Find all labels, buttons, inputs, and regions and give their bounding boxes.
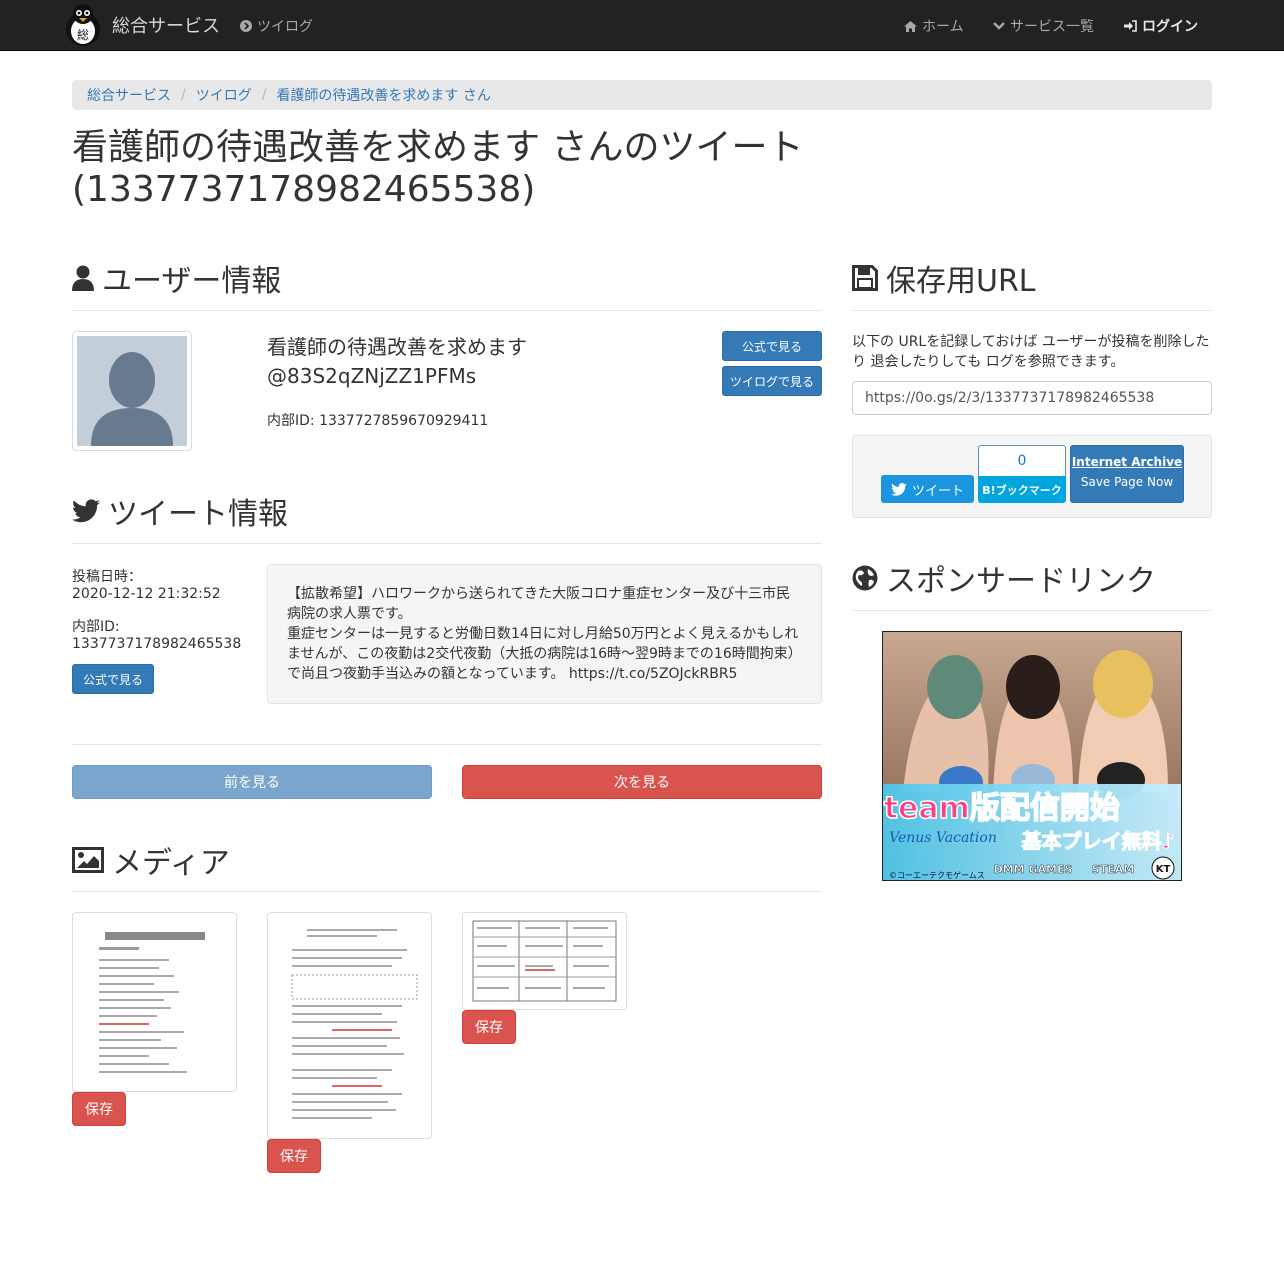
ad-copyright: ©コーエーテクモゲームス (889, 870, 985, 880)
view-twilog-button[interactable]: ツイログで見る (722, 366, 822, 396)
avatar (72, 331, 192, 451)
media-thumbnail[interactable] (462, 912, 627, 1010)
sponsor-heading: スポンサードリンク (852, 556, 1156, 600)
breadcrumb-item[interactable]: ツイログ (196, 85, 252, 105)
nav-services-label: サービス一覧 (1010, 19, 1094, 35)
save-url-note: 以下の URLを記録しておけば ユーザーが投稿を削除したり 退会したりしても ロ… (852, 334, 1210, 370)
tweet-text: 【拡散希望】ハロワークから送られてきた大阪コロナ重症センター及び十三市民 病院の… (267, 564, 822, 704)
nav-home-label: ホーム (922, 19, 964, 35)
media-heading-text: メディア (112, 846, 230, 881)
divider (852, 610, 1212, 611)
save-url-heading-text: 保存用URL (886, 264, 1036, 299)
tweet-text-line: 病院の求人票です。 (287, 606, 412, 622)
twitter-bird-icon (891, 482, 907, 496)
tweet-text-line: 【拡散希望】ハロワークから送られてきた大阪コロナ重症センター及び十三市民 (287, 586, 791, 602)
nav-home[interactable]: ホーム (904, 16, 964, 36)
divider (72, 310, 822, 311)
divider (72, 891, 822, 892)
brand-text: 総合サービス (112, 16, 220, 37)
nav-twilog-label: ツイログ (257, 19, 313, 35)
home-icon (904, 20, 917, 32)
ad-subtext: 基本プレイ無料♪ (1022, 829, 1175, 853)
breadcrumb: 総合サービス / ツイログ / 看護師の待遇改善を求めます さん (72, 80, 1212, 110)
breadcrumb-item[interactable]: 総合サービス (87, 85, 171, 105)
tweet-share-label: ツイート (911, 483, 964, 499)
internet-archive-title: Internet Archive (1071, 455, 1183, 469)
save-url-field[interactable]: https://0o.gs/2/3/1337737178982465538 (852, 381, 1212, 415)
tweet-text-line: ませんが、この夜勤は2交代夜勤（大抵の病院は16時～翌9時までの16時間拘束） (287, 646, 802, 662)
breadcrumb-item-current[interactable]: 看護師の待遇改善を求めます さん (276, 85, 490, 105)
view-official-tweet-button[interactable]: 公式で見る (72, 664, 154, 694)
user-info-heading: ユーザー情報 (72, 256, 281, 300)
ad-headline: Steam版配信開始 (883, 791, 1120, 826)
hatena-bookmark-count[interactable]: 0 (978, 445, 1066, 476)
posted-date-label: 投稿日時： (72, 569, 142, 585)
document-image (467, 917, 622, 1005)
save-url-heading: 保存用URL (852, 256, 1036, 300)
ad-logo-dmm: DMM GAMES (994, 863, 1073, 876)
sponsor-heading-text: スポンサードリンク (886, 564, 1156, 599)
document-image (77, 917, 232, 1087)
chevron-down-icon (993, 21, 1005, 31)
user-display-block: 看護師の待遇改善を求めます @83S2qZNjZZ1PFMs (267, 333, 527, 391)
svg-text:総: 総 (77, 28, 89, 42)
floppy-disk-icon (852, 265, 878, 291)
user-internal-id: 内部ID: 1337727859670929411 (267, 413, 489, 429)
tweet-text-line: 重症センターは一見すると労働日数14日に対し月給50万円とよく見えるかもしれ (287, 626, 799, 642)
save-media-button[interactable]: 保存 (72, 1092, 126, 1126)
tweet-id-value: 1337737178982465538 (72, 636, 242, 652)
brand-link[interactable]: 総 総合サービス (62, 3, 220, 47)
ad-image: Steam版配信開始 基本プレイ無料♪ Venus Vacation DMM G… (883, 632, 1181, 880)
hatena-bookmark-button[interactable]: B!ブックマーク (978, 476, 1066, 503)
sponsor-ad-banner[interactable]: Steam版配信開始 基本プレイ無料♪ Venus Vacation DMM G… (882, 631, 1182, 881)
svg-text:Venus Vacation: Venus Vacation (889, 830, 997, 846)
chevron-circle-right-icon (240, 20, 252, 32)
breadcrumb-separator: / (181, 87, 186, 103)
media-thumbnail[interactable] (72, 912, 237, 1092)
view-official-user-button[interactable]: 公式で見る (722, 331, 822, 361)
nav-services-dropdown[interactable]: サービス一覧 (993, 16, 1094, 36)
nav-twilog[interactable]: ツイログ (240, 16, 313, 36)
posted-date-value: 2020-12-12 21:32:52 (72, 586, 221, 602)
prev-tweet-button[interactable]: 前を見る (72, 765, 432, 799)
tweet-id-label: 内部ID: (72, 619, 120, 635)
media-thumbnail[interactable] (267, 912, 432, 1139)
divider (72, 543, 822, 544)
ad-logo-kt: KT (1156, 864, 1171, 875)
tweet-share-button[interactable]: ツイート (881, 475, 974, 503)
twitter-icon (72, 499, 100, 523)
globe-icon (852, 565, 878, 591)
user-icon (72, 265, 94, 291)
user-screen-name: @83S2qZNjZZ1PFMs (267, 364, 477, 388)
divider (72, 744, 822, 745)
tweet-info-heading-text: ツイート情報 (108, 497, 288, 532)
divider (852, 310, 1212, 311)
user-info-heading-text: ユーザー情報 (102, 264, 282, 299)
breadcrumb-separator: / (261, 87, 267, 103)
document-image (272, 917, 427, 1134)
tweet-info-heading: ツイート情報 (72, 489, 288, 533)
internet-archive-button[interactable]: Internet Archive Save Page Now (1070, 445, 1184, 503)
tweet-text-line: で尚且つ夜勤手当込みの額となっています。 https://t.co/5ZOJck… (287, 666, 738, 682)
user-display-name: 看護師の待遇改善を求めます (267, 335, 527, 359)
next-tweet-button[interactable]: 次を見る (462, 765, 822, 799)
ad-logo-steam: STEAM (1092, 863, 1134, 876)
save-media-button[interactable]: 保存 (462, 1010, 516, 1044)
media-heading: メディア (72, 838, 230, 882)
nav-login[interactable]: ログイン (1124, 16, 1198, 36)
default-avatar-icon (77, 336, 187, 446)
internet-archive-subtitle: Save Page Now (1080, 475, 1174, 489)
sign-in-icon (1124, 20, 1137, 32)
image-icon (72, 847, 104, 873)
save-media-button[interactable]: 保存 (267, 1139, 321, 1173)
penguin-logo-icon: 総 (66, 4, 100, 46)
page-title: 看護師の待遇改善を求めます さんのツイート(133773717898246553… (72, 127, 804, 210)
navbar: 総 総合サービス ツイログ ホーム サービス一覧 ログイン (0, 0, 1284, 51)
nav-login-label: ログイン (1142, 19, 1198, 35)
